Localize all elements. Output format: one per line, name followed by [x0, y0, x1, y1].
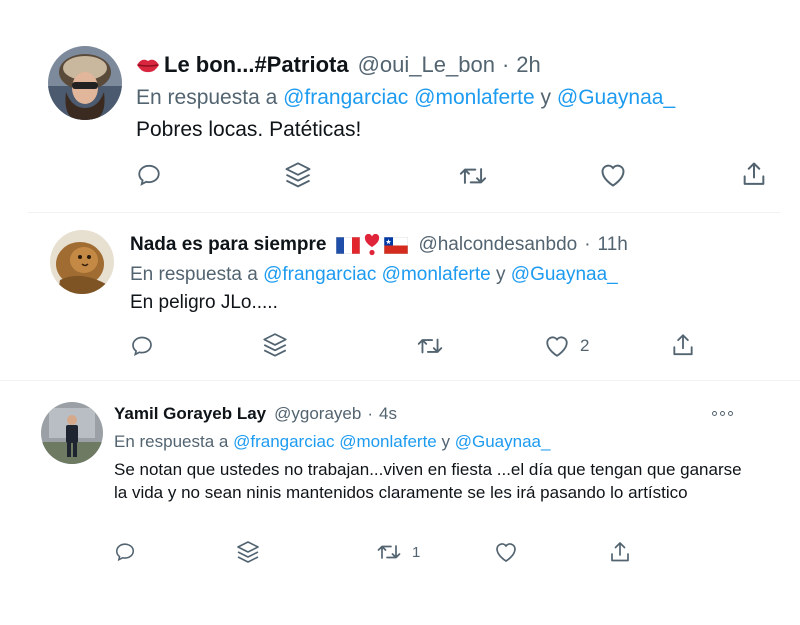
mention-link[interactable]: @frangarciac [263, 264, 376, 285]
reply-conjunction: y [441, 432, 451, 451]
timestamp[interactable]: 2h [516, 52, 540, 78]
avatar-photo [50, 230, 114, 294]
retweet-button[interactable] [458, 163, 488, 189]
mention-link[interactable]: @monlaferte [339, 432, 437, 451]
like-button[interactable] [494, 541, 518, 563]
author-name[interactable]: Le bon...#Patriota [164, 52, 349, 78]
divider [28, 212, 780, 213]
mention-link[interactable]: @frangarciac [283, 86, 408, 109]
tweet-text: En peligro JLo..... [130, 292, 278, 313]
layers-icon [263, 333, 287, 357]
share-icon [611, 542, 629, 562]
share-button[interactable] [740, 160, 768, 188]
tweet-header: Yamil Gorayeb Lay @ygorayeb · 4s [114, 404, 397, 424]
share-button[interactable] [608, 540, 632, 564]
avatar[interactable] [41, 402, 103, 464]
avatar[interactable] [50, 230, 114, 294]
more-icon[interactable] [712, 411, 733, 416]
reply-prefix: En respuesta a [136, 86, 278, 109]
reply-conjunction: y [540, 86, 552, 109]
reply-button[interactable] [130, 334, 154, 358]
more-dot [712, 411, 717, 416]
author-handle[interactable]: @halcondesanbdo [418, 234, 577, 256]
mention-link[interactable]: @frangarciac [233, 432, 334, 451]
reply-prefix: En respuesta a [130, 264, 258, 285]
more-dot [720, 411, 725, 416]
retweet-button[interactable] [416, 334, 444, 358]
heart-icon [601, 164, 625, 187]
chile-flag-icon [384, 236, 409, 254]
timestamp[interactable]: 4s [379, 404, 397, 424]
france-flag-icon [336, 236, 361, 254]
stack-button[interactable] [236, 540, 260, 566]
share-icon [743, 162, 765, 185]
reply-icon [138, 164, 160, 186]
tweet-header: Le bon...#Patriota @oui_Le_bon · 2h [136, 52, 541, 78]
author-handle[interactable]: @oui_Le_bon [358, 52, 495, 78]
avatar-photo [41, 402, 103, 464]
avatar[interactable] [48, 46, 122, 120]
stack-button[interactable] [284, 161, 312, 191]
reply-context: En respuesta a @frangarciac @monlaferte … [114, 432, 550, 452]
author-name[interactable]: Yamil Gorayeb Lay [114, 404, 266, 424]
like-button[interactable] [599, 162, 627, 188]
tweet-text: Se notan que ustedes no trabajan...viven… [114, 460, 742, 502]
reply-conjunction: y [496, 264, 506, 285]
separator-dot: · [367, 404, 374, 423]
separator-dot: · [501, 52, 510, 77]
author-handle[interactable]: @ygorayeb [274, 404, 361, 424]
tweet-text: Pobres locas. Patéticas! [136, 118, 362, 141]
tweet-header: Nada es para siempre @halcondesanbdo · 1… [130, 234, 628, 256]
share-icon [673, 334, 693, 356]
reply-icon [115, 543, 135, 562]
retweet-count: 1 [412, 543, 421, 561]
like-button[interactable]: 2 [544, 334, 589, 358]
separator-dot: · [584, 234, 591, 255]
reply-context: En respuesta a @frangarciac @monlaferte … [136, 86, 675, 110]
layers-icon [285, 162, 311, 188]
heart-icon [546, 336, 568, 357]
mention-link[interactable]: @monlaferte [414, 86, 535, 109]
author-name[interactable]: Nada es para siempre [130, 234, 326, 256]
like-count: 2 [580, 336, 590, 355]
timestamp[interactable]: 11h [598, 234, 628, 256]
reply-context: En respuesta a @frangarciac @monlaferte … [130, 264, 618, 286]
exclamation-heart-icon [365, 234, 380, 256]
retweet-button[interactable]: 1 [376, 541, 420, 563]
kiss-lips-icon [137, 59, 159, 73]
avatar-photo [48, 46, 122, 120]
reply-prefix: En respuesta a [114, 432, 229, 451]
layers-icon [237, 541, 259, 563]
mention-link[interactable]: @Guaynaa_ [511, 264, 618, 285]
mention-link[interactable]: @monlaferte [382, 264, 491, 285]
retweet-icon [377, 545, 401, 559]
mention-link[interactable]: @Guaynaa_ [455, 432, 551, 451]
mention-link[interactable]: @Guaynaa_ [557, 86, 675, 109]
heart-icon [496, 543, 516, 562]
reply-button[interactable] [114, 541, 136, 563]
share-button[interactable] [670, 332, 696, 358]
divider [0, 380, 800, 381]
reply-icon [132, 336, 152, 356]
retweet-icon [459, 168, 487, 184]
retweet-icon [417, 338, 443, 354]
more-dot [728, 411, 733, 416]
stack-button[interactable] [262, 332, 288, 360]
reply-button[interactable] [136, 162, 162, 188]
